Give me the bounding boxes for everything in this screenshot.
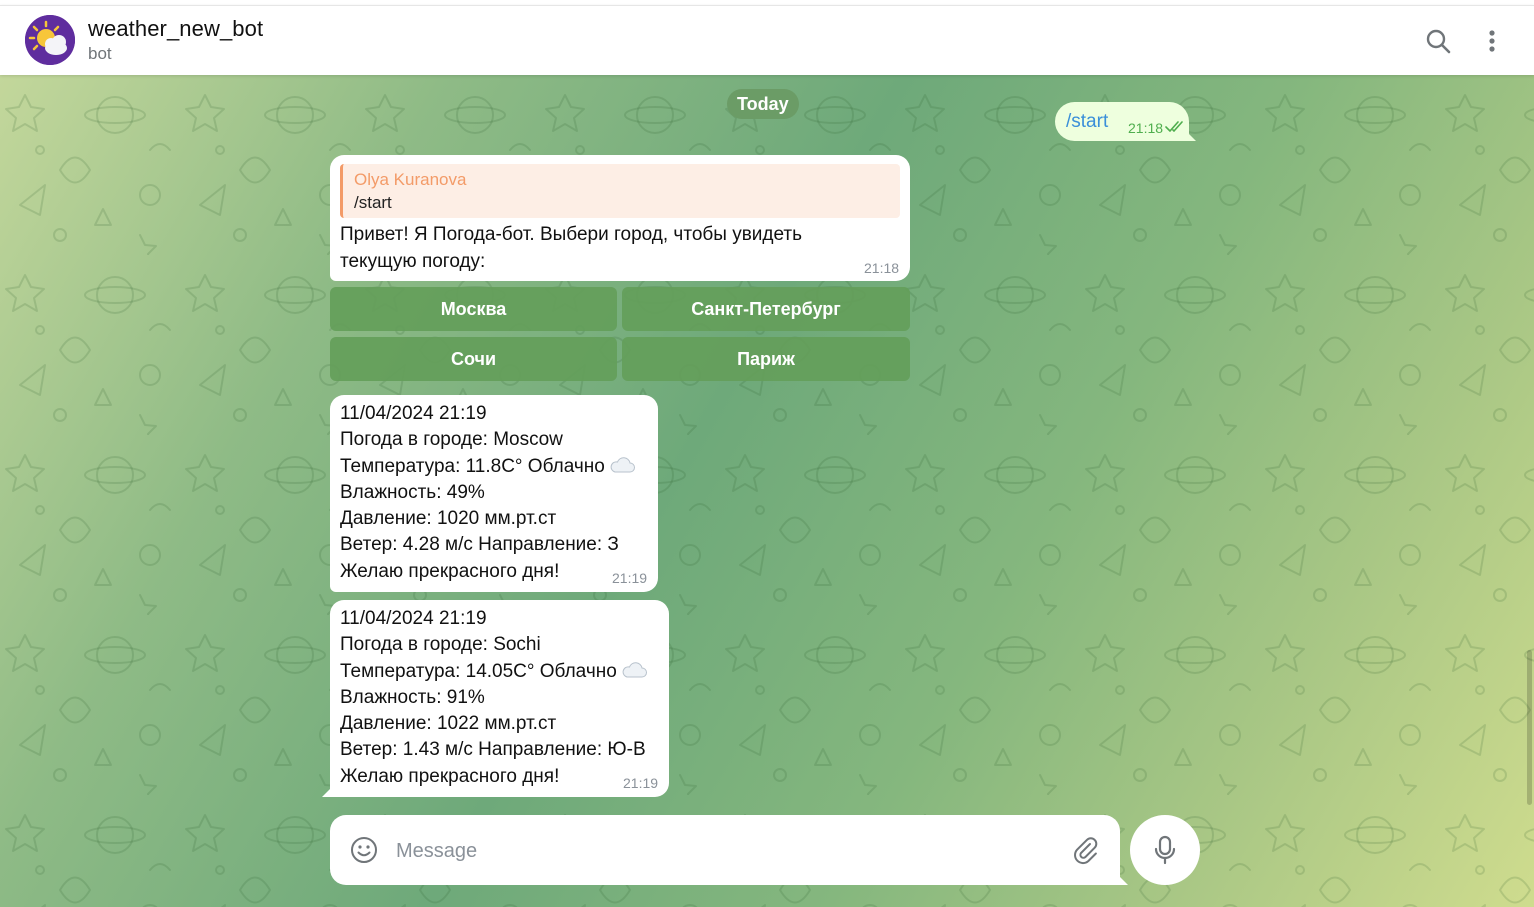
chat-subtitle: bot (88, 44, 112, 63)
message-text-line: Ветер: 1.43 м/с Направление: Ю-В (340, 739, 646, 760)
message-text-line: Температура: 14.05C° Облачно (340, 661, 647, 683)
message-text-line: Влажность: 91% (340, 687, 485, 708)
chat-title[interactable]: weather_new_bot (88, 16, 263, 42)
message-time: 21:19 (612, 570, 648, 586)
message-text-line: Давление: 1022 мм.рт.ст (340, 713, 557, 734)
date-separator: Today (727, 89, 799, 119)
message-time: 21:18 (864, 260, 900, 276)
chat-header: weather_new_bot bot (0, 5, 1534, 75)
message-time: 21:18 (1128, 120, 1164, 136)
message-text-line: Желаю прекрасного дня! (340, 561, 560, 582)
city-button-moscow[interactable]: Москва (330, 287, 617, 331)
bot-avatar[interactable] (25, 15, 75, 65)
message-text-line: текущую погоду: (340, 251, 486, 272)
cloud-icon (610, 457, 635, 473)
message-text-line: Температура: 11.8C° Облачно (340, 456, 635, 478)
weather-sun-cloud-icon (25, 15, 75, 65)
message-time: 21:19 (623, 775, 659, 791)
weather-message-moscow[interactable]: 11/04/2024 21:19 Погода в городе: Moscow… (330, 395, 658, 592)
message-text-line: Привет! Я Погода-бот. Выбери город, чтоб… (340, 224, 803, 245)
outgoing-message-text[interactable]: /start (1066, 111, 1108, 133)
emoji-button[interactable] (349, 835, 379, 870)
temperature-text: Температура: 11.8C° Облачно (340, 456, 605, 477)
search-button[interactable] (1420, 23, 1456, 59)
message-text-line: Ветер: 4.28 м/с Направление: З (340, 534, 619, 555)
voice-record-button[interactable] (1130, 815, 1200, 885)
reply-text: /start (354, 193, 392, 212)
outgoing-message[interactable]: /start 21:18 (1055, 102, 1189, 141)
weather-message-sochi[interactable]: 11/04/2024 21:19 Погода в городе: Sochi … (330, 600, 669, 797)
search-icon (1426, 29, 1451, 54)
chat-scrollbar[interactable] (1527, 650, 1532, 805)
microphone-icon (1154, 835, 1176, 865)
cloud-icon (622, 662, 647, 678)
reply-author: Olya Kuranova (354, 170, 467, 189)
temperature-text: Температура: 14.05C° Облачно (340, 661, 617, 682)
bot-welcome-message[interactable]: Olya Kuranova /start Привет! Я Погода-бо… (330, 155, 910, 281)
message-text-line: Желаю прекрасного дня! (340, 766, 560, 787)
city-button-sochi[interactable]: Сочи (330, 337, 617, 381)
smile-icon (351, 837, 377, 863)
message-composer (330, 815, 1120, 885)
message-text-line: Влажность: 49% (340, 482, 485, 503)
more-menu-button[interactable] (1474, 23, 1510, 59)
paperclip-icon (1074, 837, 1098, 865)
reply-quote[interactable]: Olya Kuranova /start (340, 164, 900, 218)
attach-button[interactable] (1070, 835, 1100, 870)
city-button-paris[interactable]: Париж (622, 337, 910, 381)
city-button-saint-petersburg[interactable]: Санкт-Петербург (622, 287, 910, 331)
double-check-icon (1165, 121, 1183, 132)
message-text-line: Давление: 1020 мм.рт.ст (340, 508, 557, 529)
message-text-line: 11/04/2024 21:19 (340, 403, 487, 424)
chat-messages-area[interactable]: Today /start 21:18 Olya Kuranova /start … (0, 75, 1534, 907)
message-text-line: Погода в городе: Moscow (340, 429, 563, 450)
message-input[interactable] (394, 825, 1048, 877)
more-vertical-icon (1489, 30, 1495, 52)
message-text-line: Погода в городе: Sochi (340, 634, 541, 655)
message-text-line: 11/04/2024 21:19 (340, 608, 487, 629)
